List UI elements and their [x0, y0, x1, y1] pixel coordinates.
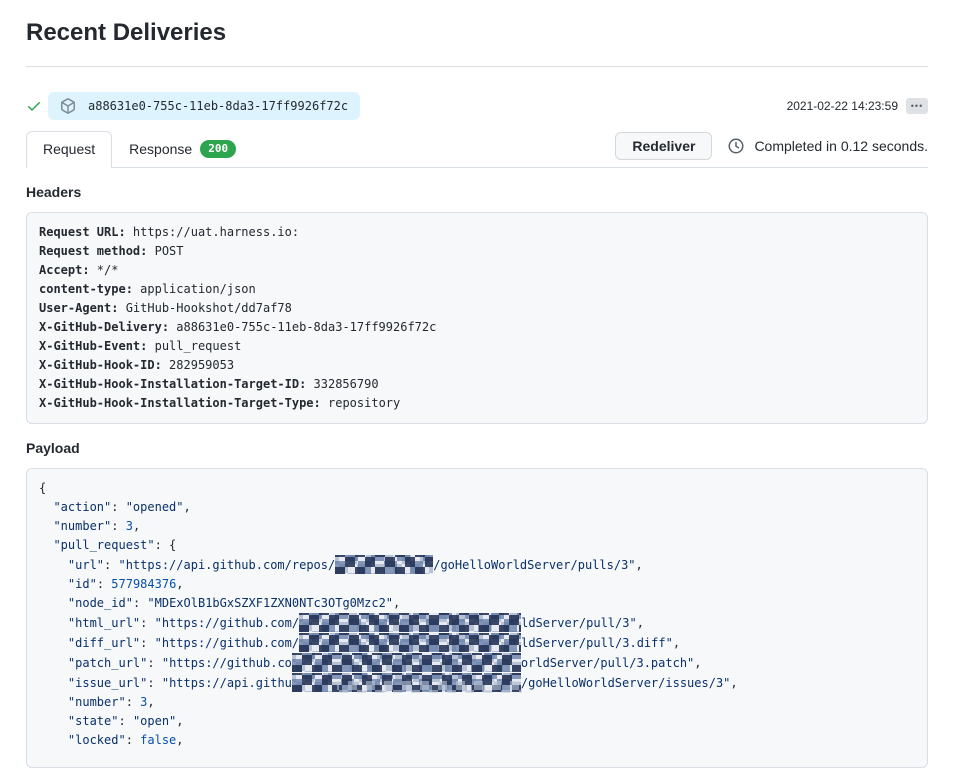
- payload-line: "node_id": "MDExOlB1bGxSZXF1ZXN0NTc3OTg0…: [39, 594, 915, 613]
- package-icon: [60, 98, 76, 114]
- redaction-mosaic: [292, 653, 521, 672]
- page-title: Recent Deliveries: [26, 18, 928, 48]
- request-response-tabnav: Request Response 200 Redeliver Completed…: [26, 130, 928, 168]
- redaction-mosaic: [299, 613, 521, 632]
- header-line: content-type: application/json: [39, 280, 915, 299]
- header-line: Request method: POST: [39, 242, 915, 261]
- payload-line: "id": 577984376,: [39, 575, 915, 594]
- header-line: X-GitHub-Hook-Installation-Target-Type: …: [39, 394, 915, 413]
- payload-line: "number": 3,: [39, 517, 915, 536]
- tab-request-label: Request: [43, 141, 95, 158]
- payload-line: "url": "https://api.github.com/repos//go…: [39, 555, 915, 575]
- payload-line: "html_url": "https://github.com/ldServer…: [39, 613, 915, 633]
- payload-heading: Payload: [26, 440, 928, 456]
- recent-deliveries-page: Recent Deliveries a88631e0-755c-11eb-8da…: [0, 18, 954, 768]
- redaction-mosaic: [299, 633, 521, 652]
- tab-request[interactable]: Request: [26, 131, 112, 168]
- delivery-guid: a88631e0-755c-11eb-8da3-17ff9926f72c: [88, 99, 348, 113]
- header-line: X-GitHub-Delivery: a88631e0-755c-11eb-8d…: [39, 318, 915, 337]
- payload-line: "state": "open",: [39, 712, 915, 731]
- header-line: User-Agent: GitHub-Hookshot/dd7af78: [39, 299, 915, 318]
- header-line: X-GitHub-Hook-ID: 282959053: [39, 356, 915, 375]
- response-status-badge: 200: [200, 140, 236, 158]
- payload-line: {: [39, 479, 915, 498]
- title-divider: [26, 66, 928, 67]
- header-line: X-GitHub-Hook-Installation-Target-ID: 33…: [39, 375, 915, 394]
- header-line: Request URL: https://uat.harness.io:: [39, 223, 915, 242]
- payload-line: "number": 3,: [39, 693, 915, 712]
- headers-codebox: Request URL: https://uat.harness.io:Requ…: [26, 212, 928, 424]
- redeliver-button[interactable]: Redeliver: [615, 132, 712, 160]
- payload-line: "action": "opened",: [39, 498, 915, 517]
- redaction-mosaic-fragment: [337, 681, 522, 693]
- kebab-icon[interactable]: •••: [906, 98, 928, 114]
- tab-response-label: Response: [129, 141, 192, 158]
- payload-line: "patch_url": "https://github.coorldServe…: [39, 653, 915, 673]
- delivery-guid-button[interactable]: a88631e0-755c-11eb-8da3-17ff9926f72c: [48, 92, 360, 120]
- header-line: X-GitHub-Event: pull_request: [39, 337, 915, 356]
- payload-line: "pull_request": {: [39, 536, 915, 555]
- success-check-icon: [26, 98, 42, 114]
- tab-response[interactable]: Response 200: [112, 130, 253, 167]
- headers-heading: Headers: [26, 184, 928, 200]
- redaction-mosaic: [335, 555, 433, 574]
- header-line: Accept: */*: [39, 261, 915, 280]
- payload-line: "locked": false,: [39, 731, 915, 750]
- delivery-timestamp: 2021-02-22 14:23:59: [787, 99, 898, 113]
- completed-status-text: Completed in 0.12 seconds.: [754, 138, 928, 154]
- delivery-row: a88631e0-755c-11eb-8da3-17ff9926f72c 202…: [26, 92, 928, 120]
- clock-icon: [728, 138, 744, 154]
- payload-codebox: { "action": "opened", "number": 3, "pull…: [26, 468, 928, 768]
- tabnav-actions: Redeliver Completed in 0.12 seconds.: [615, 132, 928, 167]
- payload-line: "diff_url": "https://github.com/ldServer…: [39, 633, 915, 653]
